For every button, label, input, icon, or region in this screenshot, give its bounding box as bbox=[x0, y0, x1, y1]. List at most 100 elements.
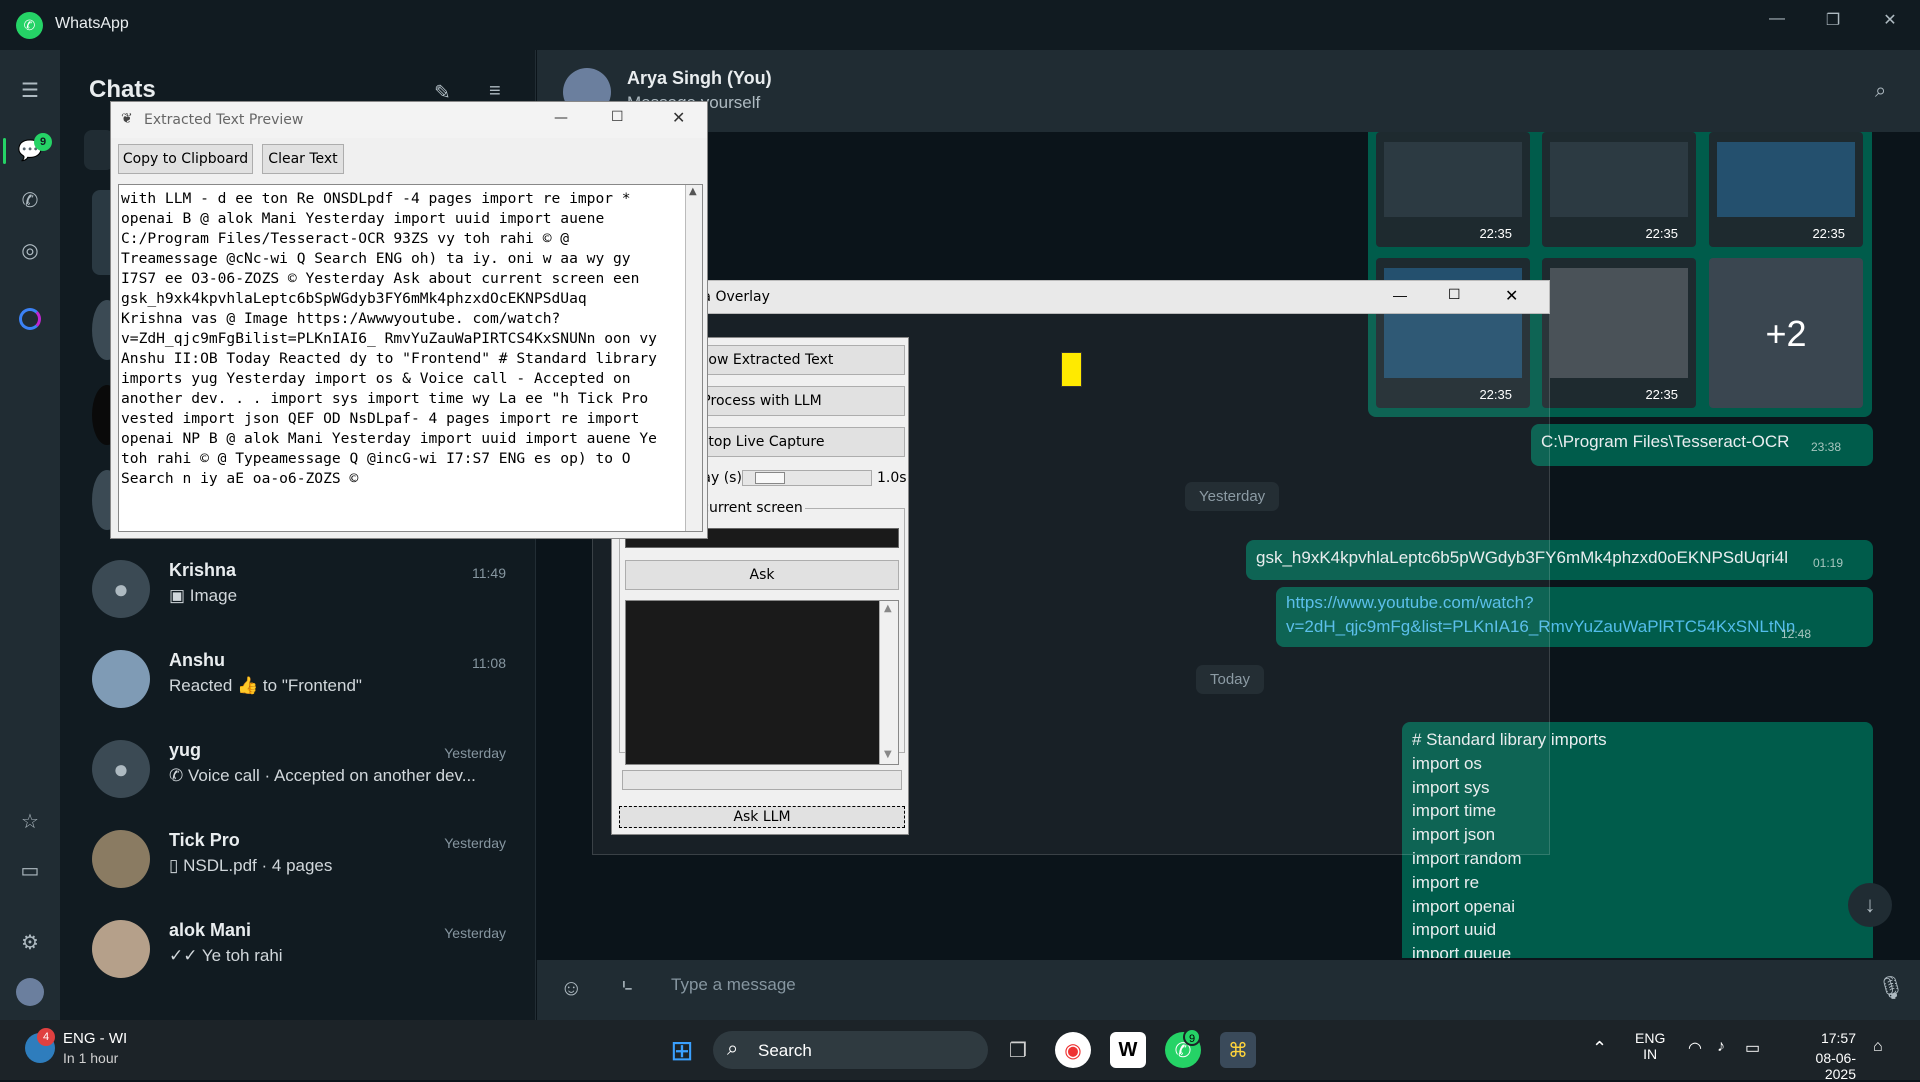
message-input[interactable]: Type a message bbox=[671, 975, 796, 995]
extracted-text-area[interactable]: with LLM - d ee ton Re ONSDLpdf -4 pages… bbox=[118, 184, 703, 532]
filter-icon[interactable]: ≡ bbox=[489, 80, 501, 103]
chrome-icon[interactable]: ◉ bbox=[1055, 1032, 1091, 1068]
notifications-icon[interactable]: ⌂ bbox=[1873, 1038, 1883, 1056]
status-icon[interactable]: ◎ bbox=[15, 235, 45, 265]
calls-icon[interactable]: ✆ bbox=[15, 185, 45, 215]
archive-icon[interactable]: ▭ bbox=[15, 855, 45, 885]
contact-name[interactable]: Arya Singh (You) bbox=[627, 68, 772, 89]
search-icon: ⌕ bbox=[727, 1038, 739, 1060]
chats-heading: Chats bbox=[89, 76, 156, 103]
capture-delay-slider[interactable] bbox=[742, 470, 872, 486]
close-icon[interactable]: ✕ bbox=[1505, 286, 1518, 306]
settings-icon[interactable]: ⚙ bbox=[15, 927, 45, 957]
chat-row-tick-pro[interactable]: Tick Pro Yesterday ▯ NSDL.pdf · 4 pages bbox=[60, 815, 536, 905]
battery-icon[interactable]: ▭ bbox=[1745, 1038, 1760, 1058]
volume-icon[interactable]: ♪ bbox=[1717, 1038, 1725, 1056]
answer-output[interactable]: ▲ ▼ bbox=[625, 600, 899, 765]
scroll-up-icon[interactable]: ▲ bbox=[884, 603, 892, 614]
scroll-up-icon[interactable]: ▲ bbox=[689, 186, 697, 197]
minimize-icon[interactable]: — bbox=[1393, 287, 1407, 303]
overlay-title-bar: ❦ Screen Data Overlay — ☐ ✕ bbox=[592, 280, 1550, 314]
extracted-text: with LLM - d ee ton Re ONSDLpdf -4 pages… bbox=[121, 190, 657, 487]
chat-preview: ✆ Voice call · Accepted on another dev..… bbox=[169, 766, 476, 785]
maximize-icon[interactable]: ☐ bbox=[1448, 286, 1461, 303]
scroll-down-icon[interactable]: ↓ bbox=[1848, 883, 1892, 927]
chat-name: Tick Pro bbox=[169, 830, 240, 850]
chat-preview: ▣ Image bbox=[169, 586, 238, 605]
tray-expand-icon[interactable]: ⌃ bbox=[1592, 1038, 1607, 1059]
chat-name: alok Mani bbox=[169, 920, 252, 940]
code-line: import openai bbox=[1412, 896, 1516, 916]
message-time: 23:38 bbox=[1811, 440, 1842, 454]
minimize-icon[interactable]: — bbox=[1762, 10, 1792, 34]
code-line: import re bbox=[1412, 872, 1480, 892]
message-bubble[interactable]: C:\Program Files\Tesseract-OCR 23:38 bbox=[1531, 424, 1873, 466]
image-thumb-more[interactable]: +2 bbox=[1709, 258, 1863, 408]
weather-title[interactable]: ENG - WI bbox=[63, 1030, 127, 1047]
extract-title-bar: ❦ Extracted Text Preview — ☐ ✕ bbox=[111, 102, 707, 138]
message-text: C:\Program Files\Tesseract-OCR bbox=[1541, 432, 1790, 451]
close-icon[interactable]: ✕ bbox=[672, 108, 685, 127]
ask-button[interactable]: Ask bbox=[625, 560, 899, 590]
minimize-icon[interactable]: — bbox=[554, 110, 568, 126]
app-title: WhatsApp bbox=[55, 15, 129, 32]
close-icon[interactable]: ✕ bbox=[1875, 10, 1905, 34]
chat-row-krishna[interactable]: ● Krishna 11:49 ▣ Image bbox=[60, 545, 536, 635]
avatar bbox=[92, 650, 150, 708]
start-icon[interactable]: ⊞ bbox=[664, 1032, 700, 1068]
chat-time: 11:08 bbox=[472, 655, 506, 671]
attach-icon[interactable]: ⌎ bbox=[615, 975, 633, 1001]
ask-llm-button[interactable]: Ask LLM bbox=[619, 806, 905, 828]
read-ticks-icon: ✓✓ bbox=[169, 946, 202, 965]
microphone-icon[interactable]: 🎙 bbox=[1877, 975, 1905, 1001]
code-line: import uuid bbox=[1412, 920, 1497, 940]
meta-ai-icon[interactable] bbox=[19, 308, 41, 330]
chat-row-anshu[interactable]: Anshu 11:08 Reacted 👍 to "Frontend" bbox=[60, 635, 536, 725]
python-icon[interactable]: ⌘ bbox=[1220, 1032, 1256, 1068]
conversation-header bbox=[537, 50, 1920, 132]
avatar bbox=[92, 920, 150, 978]
chat-time: Yesterday bbox=[444, 745, 506, 761]
wifi-icon[interactable]: ◠ bbox=[1688, 1038, 1702, 1058]
clear-text-button[interactable]: Clear Text bbox=[262, 144, 344, 174]
language-indicator[interactable]: ENG IN bbox=[1635, 1030, 1665, 1062]
chat-row-yug[interactable]: ● yug Yesterday ✆ Voice call · Accepted … bbox=[60, 725, 536, 815]
menu-icon[interactable]: ☰ bbox=[15, 75, 45, 105]
emoji-icon[interactable]: ☺ bbox=[560, 975, 582, 1001]
answer-scrollbar[interactable]: ▲ ▼ bbox=[879, 601, 898, 764]
clock-date[interactable]: 08-06-2025 bbox=[1786, 1050, 1856, 1082]
extract-window: ❦ Extracted Text Preview — ☐ ✕ Copy to C… bbox=[110, 101, 708, 539]
text-scrollbar[interactable]: ▲ bbox=[685, 185, 702, 531]
call-icon: ✆ bbox=[169, 766, 188, 785]
feather-icon: ❦ bbox=[121, 111, 133, 127]
clock-time[interactable]: 17:57 bbox=[1786, 1030, 1856, 1046]
chat-count-badge: 9 bbox=[34, 133, 52, 151]
llm-prompt-input[interactable] bbox=[622, 770, 902, 790]
chat-name: Krishna bbox=[169, 560, 237, 580]
title-bar bbox=[0, 0, 1920, 50]
whatsapp-badge: 9 bbox=[1183, 1028, 1201, 1046]
maximize-icon[interactable]: ☐ bbox=[611, 109, 624, 125]
search-icon[interactable]: ⌕ bbox=[1875, 80, 1886, 103]
profile-avatar[interactable] bbox=[16, 978, 44, 1006]
slider-handle[interactable] bbox=[755, 472, 785, 484]
capture-delay-value: 1.0s bbox=[877, 470, 907, 486]
image-thumb[interactable]: 22:35 bbox=[1709, 132, 1863, 247]
chat-time: 11:49 bbox=[472, 565, 506, 581]
chat-preview: ✓✓ Ye toh rahi bbox=[169, 946, 283, 965]
restore-icon[interactable]: ❐ bbox=[1818, 10, 1848, 34]
scroll-down-icon[interactable]: ▼ bbox=[884, 749, 892, 760]
copy-to-clipboard-button[interactable]: Copy to Clipboard bbox=[118, 144, 253, 174]
image-thumb[interactable]: 22:35 bbox=[1542, 132, 1696, 247]
image-thumb[interactable]: 22:35 bbox=[1542, 258, 1696, 408]
notion-icon[interactable]: W bbox=[1110, 1032, 1146, 1068]
active-indicator bbox=[3, 138, 6, 164]
chat-time: Yesterday bbox=[444, 835, 506, 851]
chat-name: yug bbox=[169, 740, 202, 760]
chat-row-alok-mani[interactable]: alok Mani Yesterday ✓✓ Ye toh rahi bbox=[60, 905, 536, 995]
image-thumb[interactable]: 22:35 bbox=[1376, 132, 1530, 247]
task-view-icon[interactable]: ❐ bbox=[1000, 1032, 1036, 1068]
chat-name: Anshu bbox=[169, 650, 225, 670]
starred-icon[interactable]: ☆ bbox=[15, 806, 45, 836]
taskbar-search[interactable]: ⌕ Search bbox=[713, 1031, 988, 1069]
